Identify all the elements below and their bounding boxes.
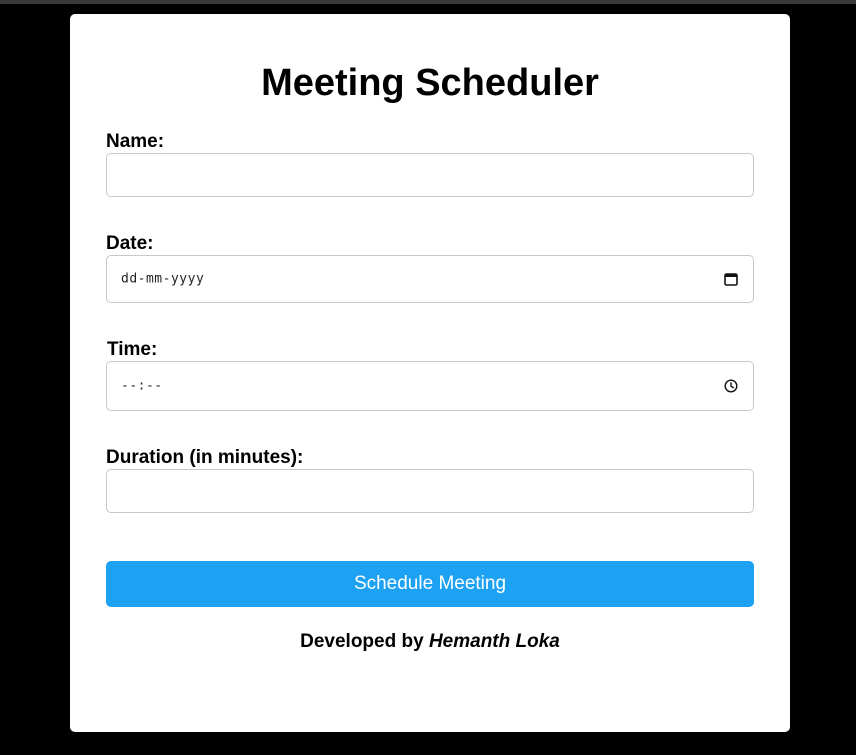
time-input-placeholder: --:-- bbox=[121, 378, 163, 394]
window-top-bar bbox=[0, 0, 856, 4]
time-input[interactable]: --:-- bbox=[106, 361, 754, 411]
developer-credit: Developed by Hemanth Loka bbox=[70, 632, 790, 651]
schedule-meeting-button[interactable]: Schedule Meeting bbox=[106, 561, 754, 607]
schedule-meeting-button-label: Schedule Meeting bbox=[353, 573, 507, 594]
page-title: Meeting Scheduler bbox=[261, 62, 599, 104]
clock-icon[interactable] bbox=[724, 379, 738, 393]
date-input[interactable]: dd-mm-yyyy bbox=[106, 255, 754, 303]
name-label: Name: bbox=[106, 131, 165, 152]
date-label: Date: bbox=[106, 233, 154, 254]
time-label: Time: bbox=[107, 339, 158, 360]
name-input[interactable] bbox=[106, 153, 754, 197]
duration-input[interactable] bbox=[106, 469, 754, 513]
scheduler-card: Meeting Scheduler Name: Date: dd-mm-yyyy… bbox=[70, 14, 790, 732]
calendar-icon[interactable] bbox=[724, 272, 738, 286]
date-input-placeholder: dd-mm-yyyy bbox=[121, 271, 205, 287]
credit-author: Hemanth Loka bbox=[428, 631, 560, 652]
credit-prefix: Developed by bbox=[300, 631, 424, 652]
duration-label: Duration (in minutes): bbox=[106, 447, 304, 468]
